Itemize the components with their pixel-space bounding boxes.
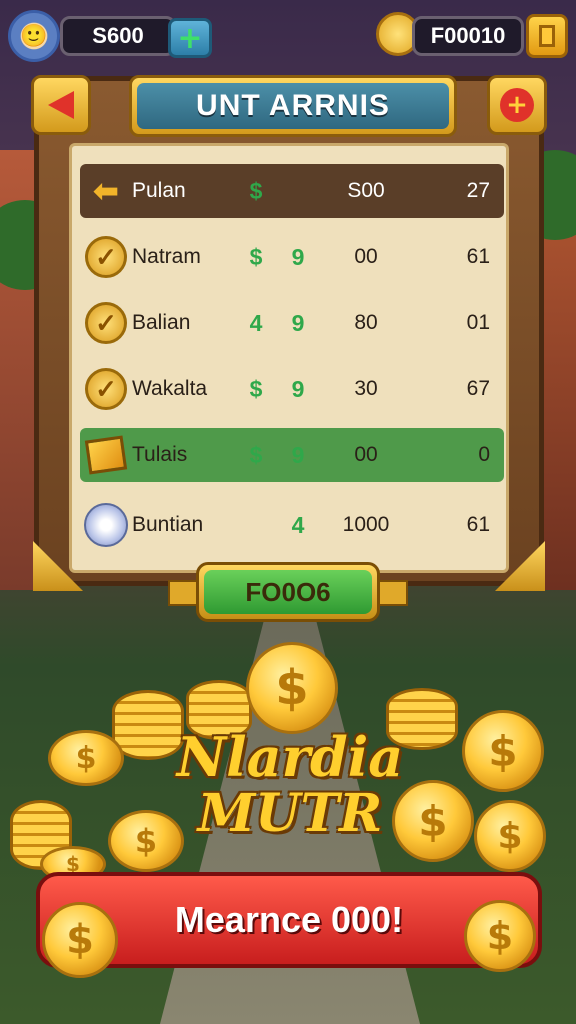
row-col3: 00 — [354, 443, 378, 466]
row-col1: $ — [249, 441, 263, 468]
coin-icon: $ — [474, 800, 546, 872]
collect-button-label: Mearnce 000! — [174, 899, 404, 940]
row-name: Buntian — [132, 513, 204, 536]
coin-icon: $ — [464, 900, 536, 972]
back-button[interactable] — [31, 75, 91, 135]
logo-line-2: MUTR — [197, 783, 383, 844]
row-col2: 9 — [291, 375, 305, 402]
row-col4: 0 — [478, 443, 490, 466]
row-col3: 80 — [354, 311, 378, 334]
green-action-button-label: FO0O6 — [204, 570, 372, 614]
close-icon: + — [500, 88, 534, 122]
shop-button[interactable] — [526, 14, 568, 58]
row-name: Balian — [132, 311, 191, 334]
green-action-button[interactable]: FO0O6 — [196, 562, 380, 622]
row-name: Natram — [132, 245, 201, 268]
row-col1: $ — [249, 375, 263, 402]
list-area: ⬅ Pulan $ S00 27 ✓ Natram $ 9 00 61 ✓ Ba… — [69, 143, 509, 573]
leaderboard-panel: UNT ARRNIS + ⬅ Pulan $ S00 27 ✓ Natram $… — [31, 75, 547, 591]
row-col3: 30 — [354, 377, 378, 400]
checkmark-coin-icon: ✓ — [85, 236, 127, 278]
logo-line-1: Nlardia — [176, 725, 404, 789]
coin-icon: $ — [48, 730, 124, 786]
checkmark-coin-icon: ✓ — [85, 368, 127, 410]
row-col4: 61 — [466, 245, 490, 268]
row-name: Wakalta — [132, 377, 208, 400]
cash-counter: S600 — [60, 16, 176, 56]
row-name: Tulais — [132, 443, 188, 466]
back-arrow-icon: ⬅ — [93, 174, 119, 208]
row-name: Pulan — [132, 179, 186, 202]
row-col2: 9 — [291, 243, 305, 270]
game-logo: Nlardia MUTR — [150, 728, 430, 842]
top-bar: 🙂 S600 + F00010 — [8, 10, 568, 62]
panel-title-plate: UNT ARRNIS — [129, 75, 457, 137]
pause-icon — [539, 25, 555, 47]
row-col1: $ — [249, 177, 263, 204]
close-button[interactable]: + — [487, 75, 547, 135]
row-col2: 9 — [291, 309, 305, 336]
row-col3: 00 — [354, 245, 378, 268]
add-cash-button[interactable]: + — [168, 18, 212, 58]
list-row-3[interactable]: ✓ Balian 4 9 80 01 — [80, 296, 504, 350]
row-col2: 4 — [291, 511, 305, 538]
panel-title: UNT ARRNIS — [137, 83, 449, 129]
row-col4: 67 — [466, 377, 490, 400]
row-col1: $ — [249, 243, 263, 270]
back-arrow-icon — [48, 91, 74, 119]
list-row-5-highlighted[interactable]: Tulais $ 9 00 0 — [80, 428, 504, 482]
list-row-4[interactable]: ✓ Wakalta $ 9 30 67 — [80, 362, 504, 416]
row-col4: 61 — [466, 513, 490, 536]
player-avatar[interactable]: 🙂 — [8, 10, 60, 62]
row-col3: S00 — [347, 179, 385, 202]
row-col2: 9 — [291, 441, 305, 468]
silver-orb-icon — [84, 503, 128, 547]
row-col1: 4 — [249, 309, 263, 336]
row-col4: 27 — [466, 179, 490, 202]
checkmark-coin-icon: ✓ — [85, 302, 127, 344]
list-row-2[interactable]: ✓ Natram $ 9 00 61 — [80, 230, 504, 284]
list-row-1[interactable]: ⬅ Pulan $ S00 27 — [80, 164, 504, 218]
list-row-6[interactable]: Buntian 4 1000 61 — [80, 498, 504, 552]
coin-icon: $ — [246, 642, 338, 734]
gold-cube-icon — [84, 435, 128, 475]
coin-icon: $ — [42, 902, 118, 978]
coin-icon: $ — [462, 710, 544, 792]
row-col4: 01 — [466, 311, 490, 334]
row-col3: 1000 — [342, 513, 390, 536]
coin-counter: F00010 — [412, 16, 524, 56]
